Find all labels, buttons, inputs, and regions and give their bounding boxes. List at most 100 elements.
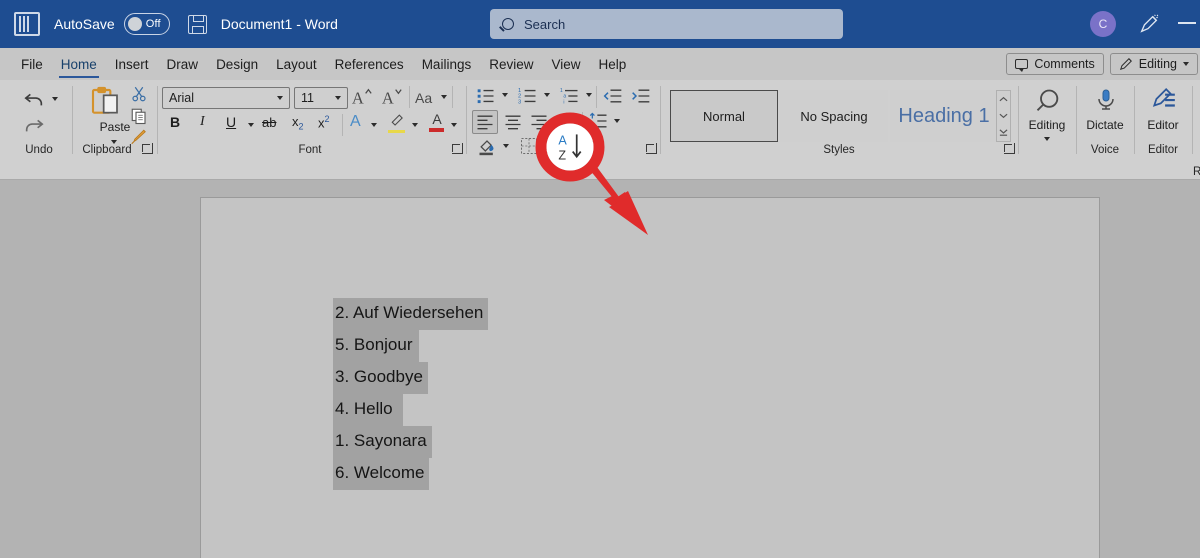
styles-dialog-launcher[interactable] bbox=[1004, 143, 1015, 154]
italic-button[interactable]: I bbox=[200, 114, 205, 130]
ink-pen-icon[interactable] bbox=[1138, 13, 1160, 35]
tab-home[interactable]: Home bbox=[52, 49, 106, 79]
change-case-button[interactable]: Aa bbox=[415, 90, 432, 106]
tab-design[interactable]: Design bbox=[207, 49, 267, 79]
numbering-dropdown-icon[interactable] bbox=[544, 93, 550, 97]
autosave-toggle[interactable]: Off bbox=[123, 13, 170, 35]
style-no-spacing[interactable]: No Spacing bbox=[780, 90, 888, 142]
tab-label: Design bbox=[216, 56, 259, 72]
tab-mailings[interactable]: Mailings bbox=[413, 49, 481, 79]
font-color-dropdown-icon[interactable] bbox=[451, 123, 457, 127]
numbered-list-button[interactable]: 123 bbox=[516, 86, 540, 106]
subscript-button[interactable]: x2 bbox=[292, 114, 304, 132]
document-line[interactable]: 5. Bonjour bbox=[333, 330, 488, 362]
undo-dropdown-icon[interactable] bbox=[52, 97, 58, 101]
tab-references[interactable]: References bbox=[326, 49, 413, 79]
avatar[interactable]: C bbox=[1090, 11, 1116, 37]
font-size-combo[interactable]: 11 bbox=[294, 87, 348, 109]
clipboard-dialog-launcher[interactable] bbox=[142, 143, 153, 154]
comments-label: Comments bbox=[1034, 57, 1095, 71]
document-page[interactable]: 2. Auf Wiedersehen 5. Bonjour 3. Goodbye… bbox=[200, 197, 1100, 558]
tab-view[interactable]: View bbox=[542, 49, 589, 79]
document-canvas: 2. Auf Wiedersehen 5. Bonjour 3. Goodbye… bbox=[0, 180, 1200, 558]
font-color-button[interactable]: A bbox=[428, 112, 446, 134]
align-left-button[interactable] bbox=[472, 110, 498, 134]
highlight-color-swatch bbox=[388, 130, 405, 133]
dictate-button[interactable] bbox=[1094, 85, 1118, 115]
line-spacing-dropdown-icon[interactable] bbox=[614, 119, 620, 123]
tab-layout[interactable]: Layout bbox=[267, 49, 326, 79]
editor-button[interactable] bbox=[1151, 85, 1177, 113]
tab-label: View bbox=[551, 56, 581, 72]
tab-file[interactable]: File bbox=[12, 49, 52, 79]
style-heading-1[interactable]: Heading 1 bbox=[890, 90, 998, 142]
editor-label: Editor bbox=[1147, 118, 1179, 132]
minimize-button[interactable] bbox=[1178, 22, 1196, 24]
scroll-up-icon[interactable] bbox=[999, 96, 1008, 103]
tab-insert[interactable]: Insert bbox=[106, 49, 158, 79]
document-text-block[interactable]: 2. Auf Wiedersehen 5. Bonjour 3. Goodbye… bbox=[333, 298, 489, 490]
superscript-button[interactable]: x2 bbox=[318, 114, 330, 130]
document-line[interactable]: 4. Hello bbox=[333, 394, 488, 426]
multilevel-list-button[interactable]: 1 a i bbox=[558, 86, 582, 106]
style-label: No Spacing bbox=[800, 108, 868, 124]
scroll-down-icon[interactable] bbox=[999, 112, 1008, 119]
styles-more-icon[interactable] bbox=[999, 128, 1008, 137]
bullets-dropdown-icon[interactable] bbox=[502, 93, 508, 97]
document-line[interactable]: 2. Auf Wiedersehen bbox=[333, 298, 489, 330]
document-line-text: 3. Goodbye bbox=[333, 362, 428, 394]
text-highlight-button[interactable] bbox=[388, 113, 406, 133]
sort-az-button[interactable]: A Z bbox=[556, 131, 586, 163]
font-name-combo[interactable]: Arial bbox=[162, 87, 290, 109]
redo-button[interactable] bbox=[22, 114, 46, 136]
tab-review[interactable]: Review bbox=[480, 49, 542, 79]
word-logo-icon bbox=[14, 12, 40, 36]
shrink-font-button[interactable]: A bbox=[380, 86, 404, 108]
copy-button[interactable] bbox=[130, 107, 148, 125]
change-case-dropdown-icon[interactable] bbox=[441, 95, 447, 99]
cut-button[interactable] bbox=[130, 85, 148, 103]
editing-find-button[interactable] bbox=[1034, 86, 1062, 116]
undo-button[interactable] bbox=[22, 88, 46, 110]
chevron-down-icon bbox=[1183, 62, 1189, 66]
bullet-list-button[interactable] bbox=[474, 86, 498, 106]
justify-button[interactable] bbox=[554, 112, 576, 132]
document-line[interactable]: 1. Sayonara bbox=[333, 426, 488, 458]
style-normal[interactable]: Normal bbox=[670, 90, 778, 142]
decrease-indent-button[interactable] bbox=[602, 86, 624, 106]
increase-indent-button[interactable] bbox=[630, 86, 652, 106]
styles-scroll-buttons[interactable] bbox=[996, 90, 1011, 142]
highlight-dropdown-icon[interactable] bbox=[412, 123, 418, 127]
underline-dropdown-icon[interactable] bbox=[248, 123, 254, 127]
editing-dropdown-icon[interactable] bbox=[1044, 137, 1050, 141]
grow-font-button[interactable]: A bbox=[350, 86, 374, 108]
italic-label: I bbox=[200, 114, 205, 129]
svg-text:3: 3 bbox=[518, 100, 521, 106]
group-divider bbox=[660, 86, 661, 154]
document-line[interactable]: 6. Welcome bbox=[333, 458, 488, 490]
search-icon bbox=[502, 18, 514, 30]
text-effects-button[interactable]: A bbox=[350, 113, 361, 131]
underline-button[interactable]: U bbox=[226, 114, 236, 130]
text-effects-dropdown-icon[interactable] bbox=[371, 123, 377, 127]
tab-draw[interactable]: Draw bbox=[158, 49, 208, 79]
paragraph-dialog-launcher[interactable] bbox=[646, 143, 657, 154]
multilevel-dropdown-icon[interactable] bbox=[586, 93, 592, 97]
bold-button[interactable]: B bbox=[170, 114, 180, 130]
svg-text:A: A bbox=[382, 88, 394, 107]
autosave-label: AutoSave bbox=[54, 16, 115, 32]
font-dialog-launcher[interactable] bbox=[452, 143, 463, 154]
comments-button[interactable]: Comments bbox=[1006, 53, 1104, 75]
align-right-button[interactable] bbox=[528, 112, 550, 132]
line-spacing-button[interactable] bbox=[588, 111, 610, 131]
save-icon[interactable] bbox=[187, 14, 207, 34]
align-center-button[interactable] bbox=[502, 112, 524, 132]
document-line[interactable]: 3. Goodbye bbox=[333, 362, 488, 394]
editing-mode-button[interactable]: Editing bbox=[1109, 53, 1198, 75]
search-input[interactable]: Search bbox=[490, 9, 843, 39]
tab-help[interactable]: Help bbox=[590, 49, 636, 79]
paste-button[interactable] bbox=[88, 86, 122, 118]
toggle-knob bbox=[127, 17, 142, 31]
style-label: Normal bbox=[703, 108, 745, 124]
strikethrough-button[interactable]: ab bbox=[262, 115, 276, 130]
